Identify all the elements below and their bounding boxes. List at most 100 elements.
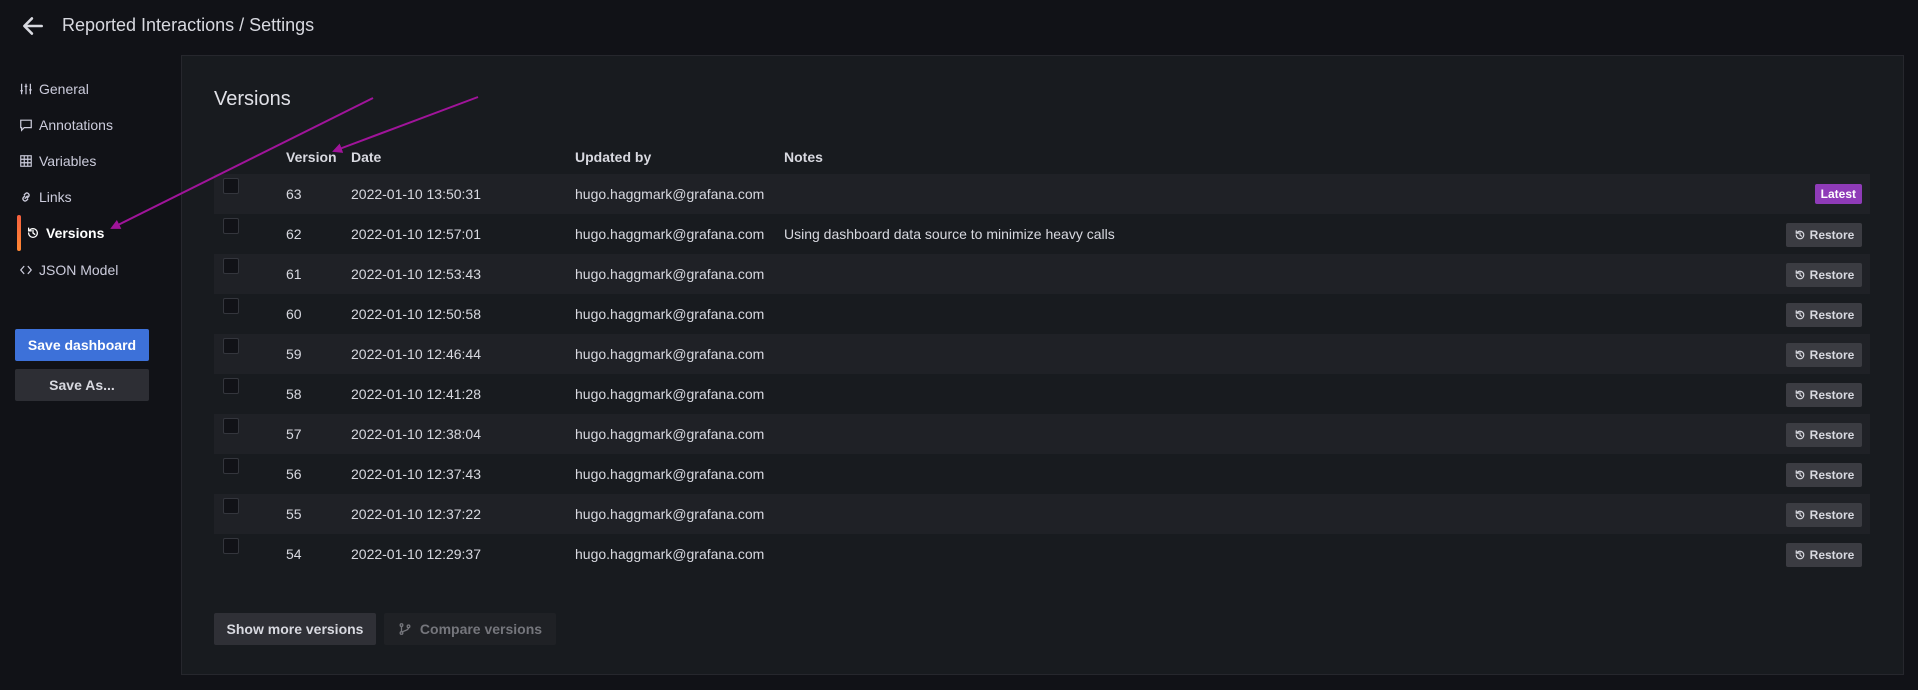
- table-row: 54 2022-01-10 12:29:37 hugo.haggmark@gra…: [214, 534, 1870, 574]
- version-updated-by: hugo.haggmark@grafana.com: [575, 226, 765, 242]
- history-icon: [1795, 270, 1804, 280]
- row-checkbox[interactable]: [223, 458, 239, 474]
- restore-label: Restore: [1809, 468, 1855, 482]
- row-checkbox[interactable]: [223, 258, 239, 274]
- restore-label: Restore: [1809, 428, 1855, 442]
- table-row: 59 2022-01-10 12:46:44 hugo.haggmark@gra…: [214, 334, 1870, 374]
- sidebar-item-links[interactable]: Links: [18, 184, 168, 210]
- table-row: 61 2022-01-10 12:53:43 hugo.haggmark@gra…: [214, 254, 1870, 294]
- version-number: 54: [286, 546, 302, 562]
- restore-label: Restore: [1809, 308, 1855, 322]
- branch-icon: [399, 623, 411, 635]
- history-icon: [25, 225, 41, 241]
- save-dashboard-button[interactable]: Save dashboard: [15, 329, 149, 361]
- compare-versions-button[interactable]: Compare versions: [384, 613, 556, 645]
- version-updated-by: hugo.haggmark@grafana.com: [575, 506, 765, 522]
- version-date: 2022-01-10 13:50:31: [351, 186, 481, 202]
- version-number: 59: [286, 346, 302, 362]
- save-as-button[interactable]: Save As...: [15, 369, 149, 401]
- sidebar-item-label: Versions: [46, 225, 105, 241]
- section-title: Versions: [214, 88, 291, 110]
- column-header-notes: Notes: [784, 149, 823, 165]
- restore-button[interactable]: Restore: [1786, 503, 1862, 527]
- version-number: 55: [286, 506, 302, 522]
- show-more-versions-button[interactable]: Show more versions: [214, 613, 376, 645]
- table-row: 62 2022-01-10 12:57:01 hugo.haggmark@gra…: [214, 214, 1870, 254]
- history-icon: [1795, 390, 1804, 400]
- row-checkbox[interactable]: [223, 178, 239, 194]
- row-checkbox[interactable]: [223, 338, 239, 354]
- restore-label: Restore: [1809, 388, 1855, 402]
- sidebar-item-annotations[interactable]: Annotations: [18, 112, 168, 138]
- restore-label: Restore: [1809, 548, 1855, 562]
- latest-badge: Latest: [1814, 184, 1862, 204]
- compare-versions-label: Compare versions: [419, 621, 543, 637]
- history-icon: [1795, 510, 1804, 520]
- table-row: 63 2022-01-10 13:50:31 hugo.haggmark@gra…: [214, 174, 1870, 214]
- restore-button[interactable]: Restore: [1786, 303, 1862, 327]
- version-number: 61: [286, 266, 302, 282]
- version-date: 2022-01-10 12:57:01: [351, 226, 481, 242]
- version-number: 62: [286, 226, 302, 242]
- sidebar-item-json-model[interactable]: JSON Model: [18, 257, 168, 283]
- version-updated-by: hugo.haggmark@grafana.com: [575, 306, 765, 322]
- restore-label: Restore: [1809, 268, 1855, 282]
- link-icon: [18, 189, 34, 205]
- restore-button[interactable]: Restore: [1786, 543, 1862, 567]
- column-header-updated-by: Updated by: [575, 149, 652, 165]
- code-icon: [18, 262, 34, 278]
- sidebar-item-label: Annotations: [39, 117, 113, 133]
- row-checkbox[interactable]: [223, 218, 239, 234]
- table-row: 55 2022-01-10 12:37:22 hugo.haggmark@gra…: [214, 494, 1870, 534]
- version-notes: Using dashboard data source to minimize …: [784, 226, 1115, 242]
- restore-button[interactable]: Restore: [1786, 343, 1862, 367]
- version-date: 2022-01-10 12:41:28: [351, 386, 481, 402]
- sidebar-item-variables[interactable]: Variables: [18, 148, 168, 174]
- restore-button[interactable]: Restore: [1786, 263, 1862, 287]
- history-icon: [1795, 550, 1804, 560]
- history-icon: [1795, 350, 1804, 360]
- restore-label: Restore: [1809, 228, 1855, 242]
- version-number: 63: [286, 186, 302, 202]
- comment-icon: [18, 117, 34, 133]
- version-date: 2022-01-10 12:46:44: [351, 346, 481, 362]
- page-title: Reported Interactions / Settings: [62, 15, 315, 35]
- version-updated-by: hugo.haggmark@grafana.com: [575, 426, 765, 442]
- restore-button[interactable]: Restore: [1786, 423, 1862, 447]
- restore-button[interactable]: Restore: [1786, 463, 1862, 487]
- version-number: 58: [286, 386, 302, 402]
- column-header-date: Date: [351, 149, 382, 165]
- row-checkbox[interactable]: [223, 538, 239, 554]
- version-number: 56: [286, 466, 302, 482]
- table-row: 60 2022-01-10 12:50:58 hugo.haggmark@gra…: [214, 294, 1870, 334]
- version-date: 2022-01-10 12:38:04: [351, 426, 481, 442]
- history-icon: [1795, 310, 1804, 320]
- restore-label: Restore: [1809, 348, 1855, 362]
- grid-icon: [18, 153, 34, 169]
- history-icon: [1795, 230, 1804, 240]
- version-updated-by: hugo.haggmark@grafana.com: [575, 466, 765, 482]
- sliders-icon: [18, 81, 34, 97]
- version-number: 57: [286, 426, 302, 442]
- row-checkbox[interactable]: [223, 498, 239, 514]
- version-updated-by: hugo.haggmark@grafana.com: [575, 346, 765, 362]
- sidebar-item-label: JSON Model: [39, 262, 119, 278]
- table-row: 56 2022-01-10 12:37:43 hugo.haggmark@gra…: [214, 454, 1870, 494]
- sidebar-item-general[interactable]: General: [18, 76, 168, 102]
- row-checkbox[interactable]: [223, 298, 239, 314]
- version-date: 2022-01-10 12:37:22: [351, 506, 481, 522]
- version-updated-by: hugo.haggmark@grafana.com: [575, 186, 765, 202]
- table-row: 58 2022-01-10 12:41:28 hugo.haggmark@gra…: [214, 374, 1870, 414]
- version-date: 2022-01-10 12:37:43: [351, 466, 481, 482]
- restore-button[interactable]: Restore: [1786, 223, 1862, 247]
- sidebar-item-versions[interactable]: Versions: [18, 220, 168, 246]
- restore-button[interactable]: Restore: [1786, 383, 1862, 407]
- history-icon: [1795, 430, 1804, 440]
- back-arrow-icon[interactable]: [20, 13, 46, 39]
- row-checkbox[interactable]: [223, 378, 239, 394]
- sidebar-item-label: General: [39, 81, 89, 97]
- row-checkbox[interactable]: [223, 418, 239, 434]
- version-date: 2022-01-10 12:29:37: [351, 546, 481, 562]
- version-date: 2022-01-10 12:53:43: [351, 266, 481, 282]
- version-date: 2022-01-10 12:50:58: [351, 306, 481, 322]
